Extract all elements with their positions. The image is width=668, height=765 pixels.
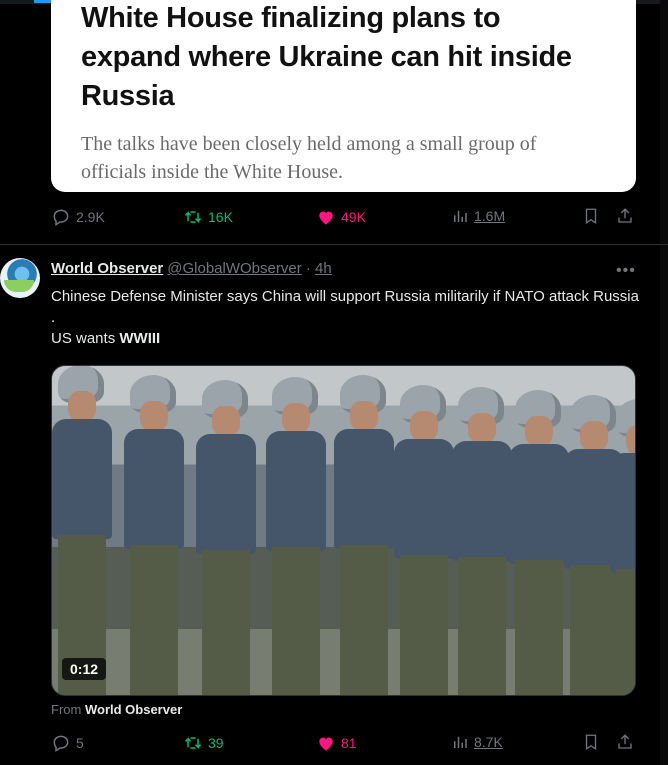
article-card[interactable]: White House finalizing plans to expand w… [51, 0, 636, 192]
post-text-line2: US wants WWIII [51, 328, 641, 349]
author-handle-group: @GlobalWObserver · 4h [167, 260, 331, 277]
bookmark-icon [585, 734, 597, 751]
share-button[interactable] [616, 207, 634, 225]
bookmark-button[interactable] [582, 733, 600, 751]
separator: · [305, 260, 311, 277]
repost-icon [184, 211, 202, 223]
video-player[interactable] [51, 365, 636, 696]
views-count: 1.6M [474, 208, 506, 224]
views-button[interactable]: 8.7K [451, 733, 503, 751]
first-action-bar: 2.9K 16K 49K 1.6M [51, 207, 636, 231]
avatar-hand [4, 280, 34, 292]
like-icon [319, 737, 333, 751]
like-count: 81 [341, 735, 357, 751]
post-text-emphasis: WWIII [119, 330, 161, 347]
views-button[interactable]: 1.6M [451, 207, 505, 225]
post-text: Chinese Defense Minister says China will… [51, 286, 641, 349]
from-name[interactable]: World Observer [85, 702, 182, 717]
like-button[interactable]: 49K [316, 207, 366, 227]
more-icon[interactable]: ••• [616, 262, 636, 280]
post-text-prefix: US wants [51, 330, 116, 347]
author-name[interactable]: World Observer [51, 260, 163, 277]
share-button[interactable] [616, 733, 634, 751]
post-text-line1: Chinese Defense Minister says China will… [51, 288, 639, 326]
soldier-figure [608, 399, 635, 695]
share-icon [618, 208, 632, 223]
avatar[interactable] [0, 258, 40, 298]
post-header: World Observer @GlobalWObserver · 4h [51, 260, 332, 277]
repost-icon [184, 737, 202, 749]
soldier-figure [52, 366, 112, 695]
reply-count: 5 [76, 735, 84, 751]
author-handle[interactable]: @GlobalWObserver [167, 260, 301, 277]
soldier-figure [507, 390, 569, 695]
soldier-figure [264, 377, 326, 695]
views-count: 8.7K [474, 734, 503, 750]
soldier-figure [194, 380, 256, 695]
soldier-figure [450, 387, 512, 695]
repost-count: 16K [208, 209, 233, 225]
repost-button[interactable]: 39 [183, 733, 224, 753]
views-icon [454, 736, 467, 748]
bookmark-icon [585, 208, 597, 225]
post-divider [0, 244, 668, 245]
reply-icon [53, 735, 69, 752]
like-count: 49K [341, 209, 366, 225]
repost-count: 39 [208, 735, 224, 751]
video-duration: 0:12 [62, 658, 107, 680]
from-source: From World Observer [51, 702, 182, 717]
reply-button[interactable]: 5 [51, 733, 84, 753]
views-icon [454, 210, 467, 222]
reply-button[interactable]: 2.9K [51, 207, 105, 227]
like-button[interactable]: 81 [316, 733, 357, 753]
from-prefix: From [51, 702, 82, 717]
post-time[interactable]: 4h [315, 260, 332, 277]
article-title: White House finalizing plans to expand w… [81, 2, 572, 112]
share-icon [618, 734, 632, 749]
reply-count: 2.9K [76, 209, 105, 225]
soldier-figure [332, 375, 394, 695]
repost-button[interactable]: 16K [183, 207, 233, 227]
article-subtitle: The talks have been closely held among a… [81, 133, 537, 183]
second-action-bar: 5 39 81 8.7K [51, 733, 636, 757]
reply-icon [53, 209, 69, 226]
soldier-figure [122, 375, 184, 695]
like-icon [319, 211, 333, 225]
soldier-figure [392, 385, 454, 695]
scrollbar-track[interactable] [660, 0, 668, 765]
bookmark-button[interactable] [582, 207, 600, 225]
